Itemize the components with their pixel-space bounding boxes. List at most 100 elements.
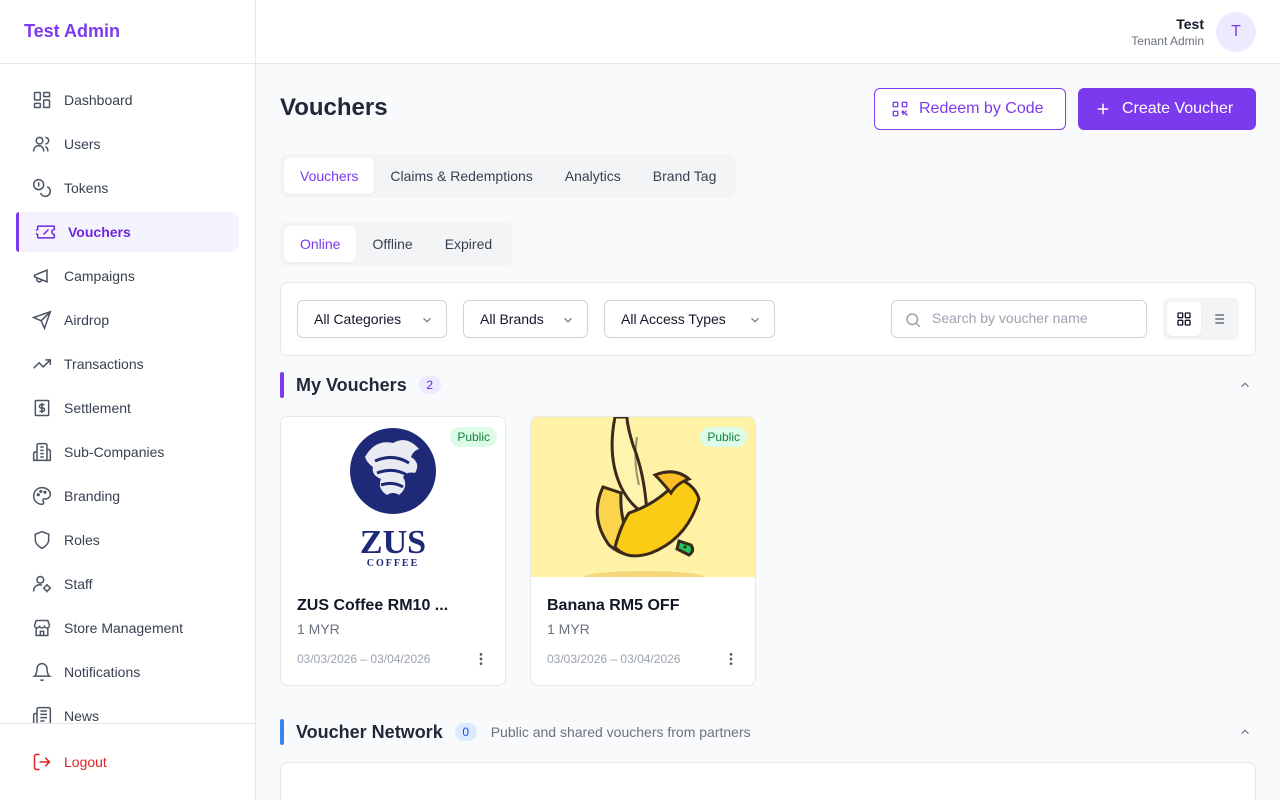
logout-label: Logout: [64, 754, 107, 770]
send-icon: [32, 310, 52, 330]
category-select[interactable]: All Categories: [297, 300, 447, 338]
tab-claims-redemptions[interactable]: Claims & Redemptions: [374, 158, 548, 194]
list-view-button[interactable]: [1201, 302, 1235, 336]
voucher-network-count: 0: [454, 723, 477, 741]
brand: Test Admin: [0, 0, 255, 64]
store-icon: [33, 619, 51, 637]
sidebar-item-label: Notifications: [64, 664, 141, 680]
buildings-icon: [32, 442, 52, 462]
sidebar-item-vouchers[interactable]: Vouchers: [16, 212, 239, 252]
bell-icon: [32, 662, 52, 682]
sidebar-item-label: Settlement: [64, 400, 131, 416]
search-box: [891, 300, 1147, 338]
voucher-card[interactable]: ZUS COFFEE Public ZUS Coffee RM10 ... 1 …: [280, 416, 506, 686]
sidebar-item-label: Staff: [64, 576, 93, 592]
brand-select-value: All Brands: [480, 311, 544, 327]
more-vertical-icon[interactable]: [473, 651, 489, 667]
dollar-receipt-icon: [34, 399, 50, 417]
sidebar-item-users[interactable]: Users: [16, 124, 239, 164]
grid-view-button[interactable]: [1167, 302, 1201, 336]
coins-icon: [32, 178, 52, 198]
sidebar-item-label: Airdrop: [64, 312, 110, 328]
chevron-down-icon: [751, 317, 759, 323]
sidebar-item-roles[interactable]: Roles: [16, 520, 239, 560]
category-select-value: All Categories: [314, 311, 402, 327]
tab-offline[interactable]: Offline: [356, 226, 428, 262]
user-name: Test: [1176, 16, 1204, 32]
sidebar-item-news[interactable]: News: [16, 696, 239, 724]
create-label: Create Voucher: [1122, 100, 1234, 117]
users-icon: [32, 136, 50, 152]
logout-icon: [33, 753, 51, 771]
voucher-card-footer: 03/03/2026 – 03/04/2026: [297, 651, 489, 667]
trending-up-icon: [33, 359, 52, 369]
voucher-title: Banana RM5 OFF: [547, 597, 680, 614]
shield-icon: [34, 530, 50, 550]
sidebar-footer: Logout: [0, 723, 255, 800]
sidebar-item-dashboard[interactable]: Dashboard: [16, 80, 239, 120]
more-vertical-icon[interactable]: [723, 651, 739, 667]
newspaper-icon: [32, 706, 52, 724]
page-title: Vouchers: [280, 94, 388, 121]
voucher-dates: 03/03/2026 – 03/04/2026: [297, 652, 431, 666]
plus-icon: [1097, 103, 1109, 115]
voucher-title: ZUS Coffee RM10 ...: [297, 597, 449, 614]
voucher-network-title: Voucher Network: [296, 721, 443, 742]
sidebar-item-label: Transactions: [64, 356, 144, 372]
section-accent-bar: [280, 372, 284, 398]
sidebar-item-branding[interactable]: Branding: [16, 476, 239, 516]
search-icon: [906, 313, 921, 328]
voucher-card-body: Banana RM5 OFF 1 MYR 03/03/2026 – 03/04/…: [531, 577, 755, 667]
voucher-dates: 03/03/2026 – 03/04/2026: [547, 652, 681, 666]
my-vouchers-count: 2: [418, 376, 441, 394]
sidebar-item-campaigns[interactable]: Campaigns: [16, 256, 239, 296]
sidebar-item-settlement[interactable]: Settlement: [16, 388, 239, 428]
sidebar-item-transactions[interactable]: Transactions: [16, 344, 239, 384]
redeem-by-code-button[interactable]: Redeem by Code: [874, 88, 1066, 130]
chevron-down-icon: [423, 317, 431, 323]
sidebar-item-notifications[interactable]: Notifications: [16, 652, 239, 692]
ticket-icon: [36, 225, 56, 239]
logo-subtext: COFFEE: [367, 558, 420, 569]
sidebar-item-label: Sub-Companies: [64, 444, 165, 460]
megaphone-icon: [33, 269, 48, 283]
user-menu[interactable]: Test Tenant Admin T: [1131, 12, 1256, 52]
qr-code-icon: [892, 101, 908, 117]
voucher-card-footer: 03/03/2026 – 03/04/2026: [547, 651, 739, 667]
sidebar-item-label: Dashboard: [64, 92, 133, 108]
sidebar-item-label: Users: [64, 136, 101, 152]
sidebar-item-label: Roles: [64, 532, 100, 548]
search-input[interactable]: [932, 310, 1132, 326]
voucher-image: ZUS COFFEE Public: [281, 417, 505, 577]
avatar[interactable]: T: [1216, 12, 1256, 52]
logout-button[interactable]: Logout: [16, 742, 239, 782]
voucher-card-body: ZUS Coffee RM10 ... 1 MYR 03/03/2026 – 0…: [281, 577, 505, 667]
create-voucher-button[interactable]: Create Voucher: [1078, 88, 1256, 130]
sidebar-item-airdrop[interactable]: Airdrop: [16, 300, 239, 340]
tab-expired[interactable]: Expired: [429, 226, 508, 262]
tab-brand-tag[interactable]: Brand Tag: [637, 158, 733, 194]
voucher-card[interactable]: Public Banana RM5 OFF 1 MYR 03/03/2026 –…: [530, 416, 756, 686]
my-vouchers-title: My Vouchers: [296, 374, 407, 395]
tab-vouchers[interactable]: Vouchers: [284, 158, 375, 194]
tab-online[interactable]: Online: [284, 226, 357, 262]
dashboard-icon: [33, 91, 51, 109]
sidebar-nav: Dashboard Users Tokens Vouchers Campaign…: [0, 64, 255, 724]
access-type-select[interactable]: All Access Types: [604, 300, 775, 338]
sidebar-item-staff[interactable]: Staff: [16, 564, 239, 604]
sidebar-item-label: Campaigns: [64, 268, 135, 284]
chevron-up-icon[interactable]: [1238, 725, 1252, 739]
logo-wordmark: ZUS: [360, 524, 426, 561]
voucher-network-panel: [280, 762, 1256, 800]
user-info: Test Tenant Admin: [1131, 16, 1204, 48]
sidebar-item-store-management[interactable]: Store Management: [16, 608, 239, 648]
brand-select[interactable]: All Brands: [463, 300, 588, 338]
app-title[interactable]: Test Admin: [24, 21, 120, 42]
sidebar-item-tokens[interactable]: Tokens: [16, 168, 239, 208]
sidebar-item-sub-companies[interactable]: Sub-Companies: [16, 432, 239, 472]
sidebar-item-label: Branding: [64, 488, 121, 504]
tab-analytics[interactable]: Analytics: [549, 158, 637, 194]
sidebar-item-label: Vouchers: [68, 224, 131, 240]
chevron-up-icon[interactable]: [1238, 378, 1252, 392]
sidebar-item-label: Store Management: [64, 620, 184, 636]
